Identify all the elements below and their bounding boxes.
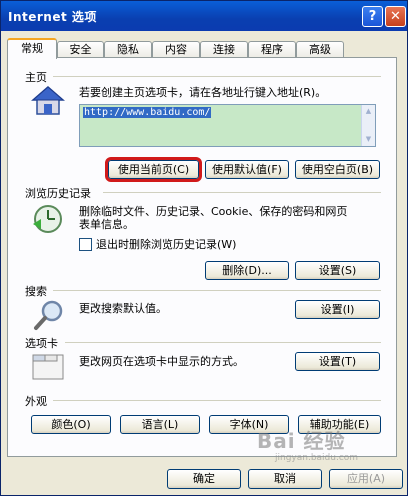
history-description-line1: 删除临时文件、历史记录、Cookie、保存的密码和网页 [79, 205, 348, 218]
history-settings-button[interactable]: 设置(S) [295, 261, 380, 280]
languages-button[interactable]: 语言(L) [120, 415, 200, 434]
title-bar[interactable]: Internet 选项 ? ✕ [1, 1, 407, 31]
search-settings-button[interactable]: 设置(I) [295, 300, 380, 319]
homepage-url-textarea[interactable]: http://www.baidu.com/ ▲ ▼ [79, 104, 376, 147]
use-default-button[interactable]: 使用默认值(F) [205, 160, 289, 179]
tabs-section-label: 选项卡 [25, 337, 58, 350]
help-button[interactable]: ? [362, 6, 383, 27]
apply-button[interactable]: 应用(A) [329, 469, 403, 489]
use-current-page-button[interactable]: 使用当前页(C) [105, 157, 202, 182]
tab-general[interactable]: 常规 [7, 38, 57, 59]
ok-button[interactable]: 确定 [167, 469, 241, 489]
tabs-settings-button[interactable]: 设置(T) [295, 352, 380, 371]
tab-privacy[interactable]: 隐私 [104, 41, 152, 58]
tabs-divider [65, 342, 381, 343]
internet-options-dialog: Internet 选项 ? ✕ 常规 安全 隐私 内容 连接 程序 高级 主页 … [0, 0, 408, 496]
use-blank-button[interactable]: 使用空白页(B) [295, 160, 380, 179]
homepage-section-label: 主页 [25, 71, 47, 84]
history-section-label: 浏览历史记录 [25, 187, 91, 200]
history-description-line2: 表单信息。 [79, 218, 134, 231]
scroll-down-icon[interactable]: ▼ [364, 135, 373, 144]
delete-history-button[interactable]: 删除(D)... [205, 261, 289, 280]
homepage-url-text: http://www.baidu.com/ [83, 107, 212, 118]
tab-security[interactable]: 安全 [57, 41, 104, 58]
cancel-button[interactable]: 取消 [248, 469, 322, 489]
tabs-window-icon [32, 354, 64, 380]
tabs-description: 更改网页在选项卡中显示的方式。 [79, 355, 244, 368]
url-scrollbar[interactable]: ▲ ▼ [361, 105, 375, 146]
appearance-section-label: 外观 [25, 395, 47, 408]
delete-on-exit-checkbox[interactable] [79, 238, 92, 251]
home-icon [31, 86, 65, 115]
close-button[interactable]: ✕ [385, 6, 406, 27]
baidu-watermark: Bai 经验 [257, 429, 346, 453]
appearance-divider [53, 400, 381, 401]
tab-connections[interactable]: 连接 [200, 41, 248, 58]
history-divider [103, 192, 381, 193]
tab-content[interactable]: 内容 [152, 41, 200, 58]
history-clock-icon [33, 205, 62, 233]
scroll-up-icon[interactable]: ▲ [364, 107, 373, 116]
search-icon [34, 300, 63, 330]
colors-button[interactable]: 颜色(O) [31, 415, 111, 434]
search-section-label: 搜索 [25, 285, 47, 298]
tab-programs[interactable]: 程序 [248, 41, 296, 58]
window-title: Internet 选项 [8, 10, 97, 24]
search-description: 更改搜索默认值。 [79, 302, 167, 315]
delete-on-exit-label: 退出时删除浏览历史记录(W) [96, 238, 237, 251]
search-divider [53, 290, 381, 291]
baidu-watermark-url: jingyan.baidu.com [275, 453, 359, 463]
tab-advanced[interactable]: 高级 [296, 41, 344, 58]
homepage-description: 若要创建主页选项卡，请在各地址行键入地址(R)。 [79, 86, 327, 99]
tab-strip: 常规 安全 隐私 内容 连接 程序 高级 [7, 38, 407, 59]
homepage-divider [53, 76, 381, 77]
